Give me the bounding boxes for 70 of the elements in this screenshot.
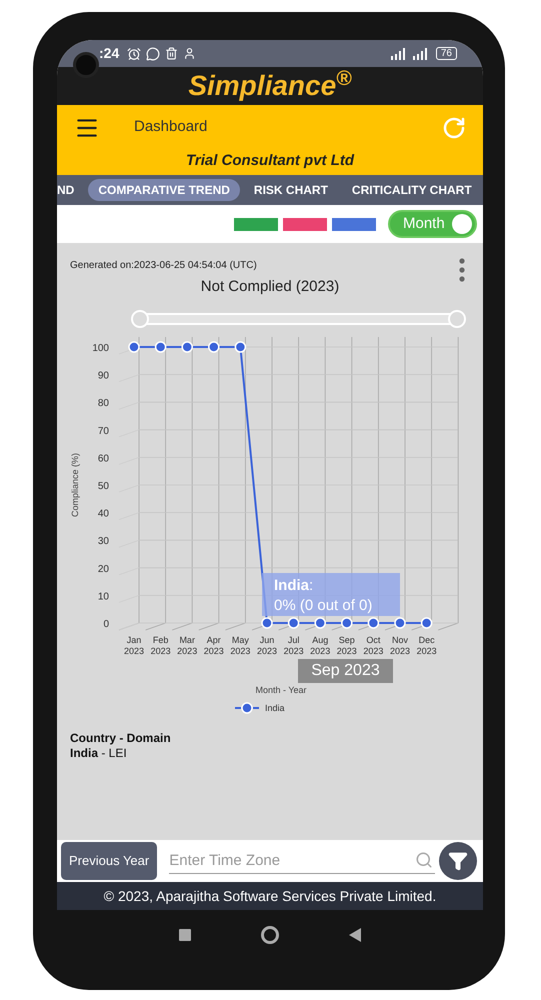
company-name: Trial Consultant pvt Ltd [184, 151, 356, 171]
data-point[interactable] [234, 340, 246, 352]
x-tick-label: Nov 2023 [390, 634, 410, 656]
data-point[interactable] [128, 340, 140, 352]
tab[interactable]: CRITICALITY CHART [342, 179, 472, 201]
x-tick-label: May 2023 [230, 634, 250, 656]
x-tick-label: Dec 2023 [416, 634, 437, 656]
details-heading: Country - Domain [70, 730, 172, 746]
trash-icon [165, 47, 178, 60]
x-tick-label: Jul 2023 [284, 634, 304, 656]
tab[interactable]: ND [57, 179, 84, 201]
data-point[interactable] [261, 616, 273, 628]
signal-icon [412, 48, 428, 60]
y-tick-label: 20 [98, 563, 109, 574]
x-tick-label: Mar 2023 [177, 634, 198, 656]
x-axis-title: Month - Year [255, 684, 307, 694]
previous-year-button[interactable]: Previous Year [61, 842, 158, 880]
y-tick-label: 60 [98, 452, 109, 464]
generated-time: Generated on:2023-06-25 04:54:04 (UTC) [70, 259, 257, 273]
legend-marker-icon [235, 702, 259, 714]
data-point[interactable] [341, 616, 353, 628]
data-point[interactable] [154, 340, 166, 352]
filter-button[interactable] [439, 842, 477, 880]
data-point[interactable] [181, 340, 193, 352]
footer-text: © 2023, Aparajitha Software Services Private Limited. [57, 882, 483, 910]
chart-title: Not Complied (2023) [200, 277, 340, 297]
data-point[interactable] [368, 616, 380, 628]
tab[interactable]: RISK CHART [244, 179, 338, 201]
data-point[interactable] [420, 616, 432, 628]
x-tick-label: Sep 2023 [336, 634, 357, 656]
details-text: India - LEI [70, 746, 128, 760]
more-options-icon[interactable] [459, 258, 465, 282]
data-point[interactable] [394, 616, 406, 628]
x-tick-label: Aug 2023 [310, 634, 330, 656]
status-time: :24 [99, 44, 120, 63]
y-tick-label: 40 [98, 508, 109, 520]
data-point[interactable] [208, 340, 220, 352]
signal-icon [390, 48, 406, 60]
tooltip-category: Sep 2023 [298, 658, 393, 682]
home-icon[interactable] [261, 926, 279, 944]
back-icon[interactable] [349, 928, 361, 942]
y-tick-label: 90 [98, 370, 109, 382]
range-slider[interactable] [131, 310, 466, 328]
y-tick-label: 0 [103, 618, 109, 630]
data-point[interactable] [288, 616, 300, 628]
y-tick-label: 30 [98, 536, 109, 547]
x-tick-label: Oct 2023 [363, 634, 384, 656]
y-tick-label: 10 [98, 590, 109, 602]
person-icon [183, 47, 196, 60]
y-tick-label: 80 [98, 398, 109, 409]
alarm-icon [127, 46, 142, 60]
y-tick-label: 50 [98, 480, 109, 492]
x-tick-label: Apr 2023 [204, 634, 224, 656]
chat-icon [146, 46, 160, 60]
filter-icon [448, 851, 468, 871]
y-tick-label: 100 [92, 342, 109, 354]
tooltip-series: India: [274, 576, 314, 596]
x-tick-label: Jan 2023 [124, 634, 144, 656]
x-tick-label: Jun 2023 [256, 634, 278, 656]
page-title: Dashboard [134, 117, 208, 138]
battery-icon: 76 [436, 47, 457, 60]
y-axis-title: Compliance (%) [70, 452, 80, 517]
legend-label[interactable]: India [265, 702, 285, 712]
app-logo: Simpliance$^{®}$ [188, 72, 352, 100]
y-tick-label: 70 [98, 425, 109, 436]
tab[interactable]: COMPARATIVE TREND [88, 179, 240, 201]
data-point[interactable] [314, 616, 326, 628]
x-tick-label: Feb 2023 [150, 634, 171, 656]
time-zone-field[interactable]: Enter Time Zone [169, 848, 435, 874]
tooltip-value: 0% (0 out of 0) [274, 596, 374, 616]
